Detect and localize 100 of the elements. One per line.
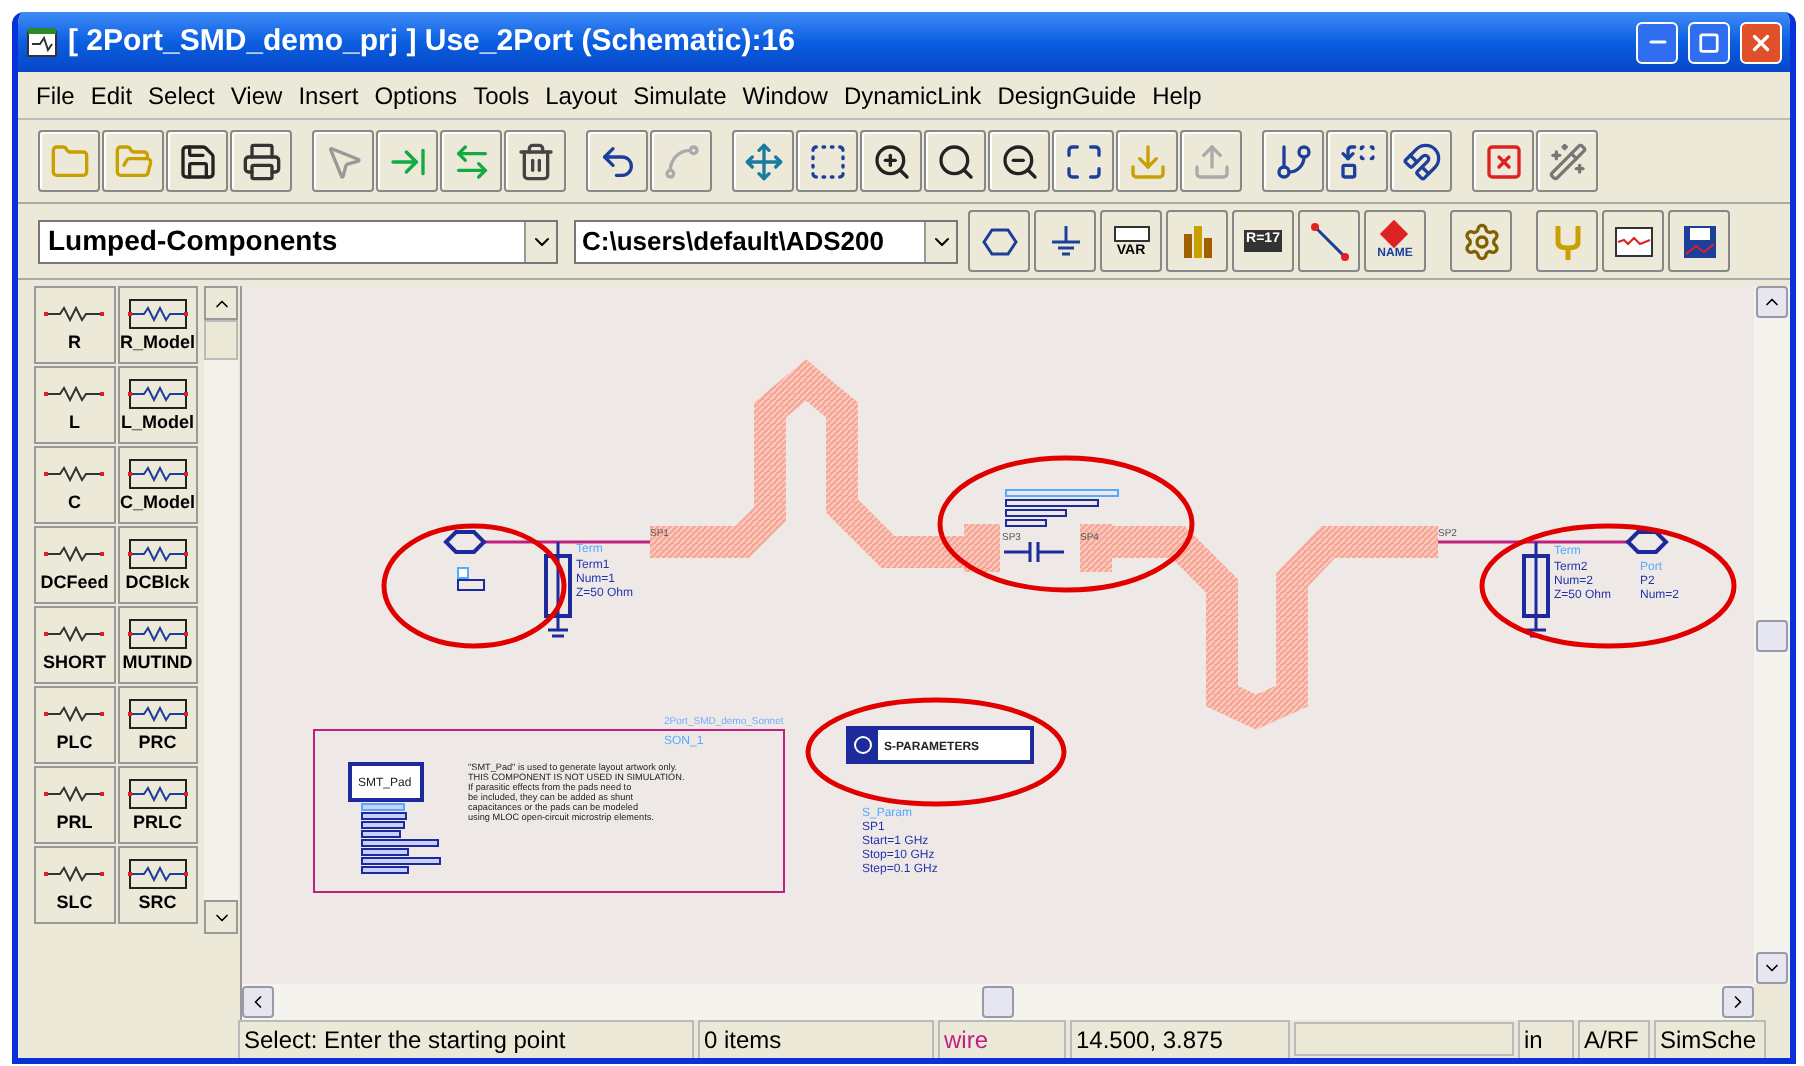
schematic-canvas[interactable] [242, 286, 1754, 984]
toolbar-button[interactable] [1262, 130, 1324, 192]
layout-bars-drawing [361, 803, 441, 874]
save-icon [177, 141, 217, 181]
deactivate-icon [1483, 141, 1523, 181]
menu-item[interactable]: Window [736, 77, 834, 113]
palette-item[interactable]: SHORT [34, 606, 115, 684]
dropdown-value: C:\users\default\ADS200 [582, 223, 884, 260]
toolbar-button[interactable] [586, 130, 648, 192]
library-dropdown[interactable]: Lumped-Components [38, 219, 558, 263]
component-button[interactable] [968, 210, 1030, 272]
toolbar-button[interactable] [796, 130, 858, 192]
toolbar-button[interactable] [988, 130, 1050, 192]
toolbar-button[interactable] [860, 130, 922, 192]
zoom-in-icon [871, 141, 911, 181]
port-symbol [443, 530, 487, 554]
window-title: [ 2Port_SMD_demo_prj ] Use_2Port (Schematic):16 [68, 21, 797, 62]
component-symbol-icon [123, 698, 192, 730]
smt-pad-symbol [348, 762, 424, 802]
scroll-thumb[interactable] [1756, 619, 1788, 651]
menu-item[interactable]: Insert [292, 77, 365, 113]
palette-item[interactable]: DCFeed [34, 526, 115, 604]
menu-item[interactable]: Options [368, 77, 464, 113]
palette-item[interactable]: L_Model [117, 366, 198, 444]
palette-item[interactable]: PRL [34, 766, 115, 844]
toolbar-button[interactable] [1390, 130, 1452, 192]
menu-item[interactable]: Help [1146, 77, 1208, 113]
menu-item[interactable]: View [224, 77, 289, 113]
scroll-thumb[interactable] [982, 986, 1014, 1018]
toolbar-button[interactable] [1326, 130, 1388, 192]
palette-item[interactable]: SLC [34, 846, 115, 924]
menu-item[interactable]: DynamicLink [837, 77, 988, 113]
maximize-icon [1698, 31, 1720, 53]
curve-icon [661, 141, 701, 181]
trace-pad [1080, 524, 1112, 572]
palette-item[interactable]: R_Model [117, 286, 198, 364]
fit-window-icon [1063, 141, 1103, 181]
menu-item[interactable]: Edit [84, 77, 139, 113]
close-icon [1748, 29, 1774, 55]
toolbar-button[interactable] [166, 130, 228, 192]
component-button[interactable] [1668, 210, 1730, 272]
palette-item[interactable]: DCBlck [117, 526, 198, 604]
menu-item[interactable]: Layout [539, 77, 624, 113]
gear-icon [1461, 221, 1501, 261]
folder-icon [49, 141, 89, 181]
termination-symbol [544, 540, 572, 638]
wire-icon [1309, 221, 1349, 261]
toolbar-button[interactable] [1052, 130, 1114, 192]
status-window: SimSche [1654, 1019, 1766, 1058]
status-item-count: 0 items [698, 1019, 934, 1058]
pointer-icon [323, 141, 363, 181]
palette-item[interactable]: PRC [117, 686, 198, 764]
upload-icon [1191, 141, 1231, 181]
toolbar-button[interactable] [924, 130, 986, 192]
zoom-out-icon [999, 141, 1039, 181]
palette-item[interactable]: R [34, 286, 115, 364]
layout-bars-drawing [1005, 489, 1119, 527]
minimize-button[interactable] [1636, 21, 1678, 63]
pin-symbol [457, 567, 485, 591]
trash-icon [515, 141, 555, 181]
scroll-thumb[interactable] [204, 320, 238, 360]
component-symbol-icon [123, 858, 192, 890]
double-arrow-icon [451, 141, 491, 181]
palette-item[interactable]: L [34, 366, 115, 444]
wand-icon [1547, 141, 1587, 181]
trace-pad [964, 524, 1000, 572]
termination-symbol [1522, 540, 1550, 638]
status-mode: wire [938, 1019, 1066, 1058]
menu-item[interactable]: Tools [467, 77, 536, 113]
palette-item[interactable]: C_Model [117, 446, 198, 524]
palette-item[interactable]: MUTIND [117, 606, 198, 684]
toolbar-button[interactable] [504, 130, 566, 192]
component-symbol-icon [123, 618, 192, 650]
status-message: Select: Enter the starting point [238, 1019, 694, 1058]
menu-item[interactable]: File [30, 77, 81, 113]
palette-item[interactable]: PRLC [117, 766, 198, 844]
component-button[interactable] [1034, 210, 1096, 272]
component-button[interactable] [1602, 210, 1664, 272]
menu-item[interactable]: DesignGuide [991, 77, 1143, 113]
dropdown-value: Lumped-Components [48, 222, 338, 260]
download-icon [1127, 141, 1167, 181]
component-symbol-icon [123, 538, 192, 570]
maximize-button[interactable] [1688, 21, 1730, 63]
branch-icon [1273, 141, 1313, 181]
close-button[interactable] [1740, 21, 1782, 63]
save-plot-icon [1679, 221, 1719, 261]
component-symbol-icon [123, 298, 192, 330]
menu-item[interactable]: Simulate [627, 77, 733, 113]
open-folder-icon [113, 141, 153, 181]
menu-item[interactable]: Select [142, 77, 221, 113]
status-units: in [1518, 1019, 1574, 1058]
component-symbol-icon [123, 378, 192, 410]
status-domain: A/RF [1578, 1019, 1650, 1058]
palette-item[interactable]: C [34, 446, 115, 524]
swap-icon [1337, 141, 1377, 181]
toolbar-button[interactable] [230, 130, 292, 192]
schematic-window-icon [26, 26, 58, 58]
path-dropdown[interactable]: C:\users\default\ADS200 [574, 219, 958, 263]
palette-item[interactable]: SRC [117, 846, 198, 924]
palette-item[interactable]: PLC [34, 686, 115, 764]
